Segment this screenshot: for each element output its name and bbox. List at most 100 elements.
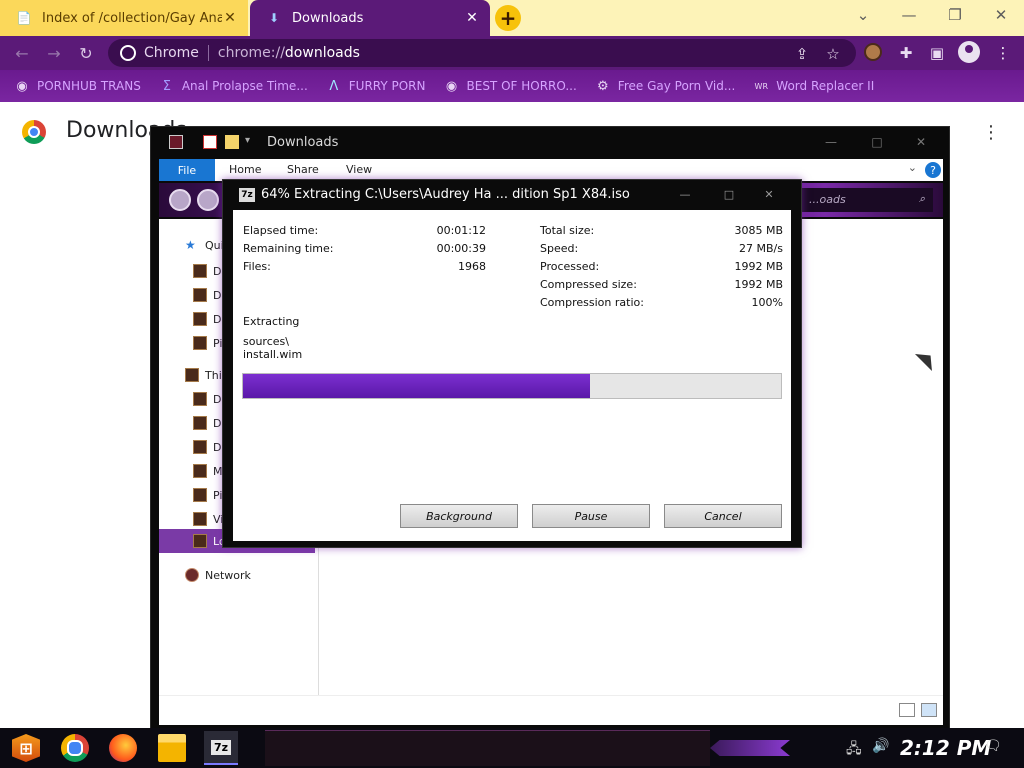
nav-item[interactable]: M	[193, 461, 223, 481]
bookmark-label: PORNHUB TRANS	[37, 79, 141, 93]
file-explorer-icon[interactable]	[158, 734, 186, 762]
nav-item[interactable]: Pi	[193, 333, 222, 353]
url-path: downloads	[284, 45, 360, 61]
current-file: install.wim	[243, 348, 303, 361]
dialog-close-button[interactable]: ✕	[749, 188, 789, 201]
ribbon-tab-home[interactable]: Home	[229, 163, 261, 176]
properties-icon[interactable]	[203, 135, 217, 149]
explorer-title-bar: ▾ Downloads — □ ✕	[151, 127, 949, 157]
globe-icon: ◉	[16, 78, 28, 94]
taskbar-clock[interactable]: 2:12 PM	[900, 736, 991, 760]
minimize-button[interactable]: —	[886, 0, 932, 30]
quick-access-dropdown-icon[interactable]: ▾	[245, 135, 259, 149]
nav-network[interactable]: Network	[185, 565, 251, 585]
bookmark-label: Word Replacer II	[776, 79, 875, 93]
ribbon-tab-view[interactable]: View	[346, 163, 372, 176]
volume-icon[interactable]: 🔊	[872, 738, 889, 754]
globe-icon: ◉	[445, 78, 458, 94]
site-chip: Chrome	[144, 45, 199, 61]
explorer-minimize-button[interactable]: —	[811, 135, 851, 149]
cancel-button[interactable]: Cancel	[664, 504, 782, 528]
bookmark-item[interactable]: Λ FURRY PORN	[326, 78, 425, 94]
large-icons-view-icon[interactable]	[921, 703, 937, 717]
speed-label: Speed:	[540, 242, 579, 255]
nav-quick-access[interactable]: ★ Qui	[185, 235, 224, 255]
folder-icon	[193, 336, 207, 350]
processed-label: Processed:	[540, 260, 600, 273]
tab-index-collection[interactable]: 📄 Index of /collection/Gay Anal R ✕	[0, 0, 248, 36]
new-tab-button[interactable]: +	[495, 5, 521, 31]
ribbon-tab-share[interactable]: Share	[287, 163, 319, 176]
tab-downloads[interactable]: ⬇ Downloads ✕	[250, 0, 490, 36]
7zip-icon[interactable]: 7z	[204, 731, 238, 765]
bookmark-item[interactable]: ◉ BEST OF HORRO...	[444, 78, 577, 94]
progress-fill	[243, 374, 590, 398]
back-arrow-icon[interactable]: ←	[10, 41, 34, 65]
bookmark-star-icon[interactable]: ☆	[823, 44, 843, 64]
taskbar-arrow-decoration	[710, 740, 790, 756]
network-icon	[185, 568, 199, 582]
ribbon-expand-icon[interactable]: ⌄	[908, 161, 917, 174]
forward-arrow-icon[interactable]: →	[42, 41, 66, 65]
tab-search-icon[interactable]: ⌄	[840, 0, 886, 30]
pause-button[interactable]: Pause	[532, 504, 650, 528]
star-icon: ★	[185, 238, 196, 252]
side-panel-icon[interactable]: ▣	[926, 42, 948, 64]
new-folder-icon[interactable]	[225, 135, 239, 149]
network-icon[interactable]: 🖧	[846, 738, 862, 762]
tab-title: Downloads	[292, 10, 364, 26]
chrome-icon[interactable]	[61, 734, 89, 762]
videos-folder-icon	[193, 512, 207, 526]
restore-button[interactable]: ❐	[932, 0, 978, 30]
chrome-menu-icon[interactable]: ⋮	[992, 42, 1014, 64]
dialog-body: Elapsed time: 00:01:12 Remaining time: 0…	[233, 210, 791, 541]
music-folder-icon	[193, 464, 207, 478]
dialog-maximize-button[interactable]: □	[709, 188, 749, 201]
share-icon[interactable]: ⇪	[792, 44, 812, 64]
bookmark-item[interactable]: ◉ PORNHUB TRANS	[14, 78, 141, 94]
nav-this-pc[interactable]: Thi	[185, 365, 222, 385]
explorer-maximize-button[interactable]: □	[857, 135, 897, 149]
extension-avatar-icon[interactable]	[864, 43, 882, 61]
wr-icon: WR	[754, 81, 769, 91]
bookmark-item[interactable]: ⚙ Free Gay Porn Vid...	[595, 78, 735, 94]
address-bar[interactable]: Chrome chrome://downloads	[108, 39, 856, 67]
more-actions-icon[interactable]: ⋮	[982, 122, 1000, 143]
sigma-icon: Σ	[162, 78, 171, 94]
remaining-time-label: Remaining time:	[243, 242, 334, 255]
compressed-size-label: Compressed size:	[540, 278, 637, 291]
dialog-title-bar: 7z 64% Extracting C:\Users\Audrey Ha ...…	[223, 180, 801, 210]
close-tab-icon[interactable]: ✕	[222, 10, 238, 26]
explorer-close-button[interactable]: ✕	[901, 135, 941, 149]
close-window-button[interactable]: ✕	[978, 0, 1024, 30]
start-icon[interactable]: ⊞	[12, 734, 40, 762]
back-button[interactable]	[169, 189, 191, 211]
bookmark-item[interactable]: Σ Anal Prolapse Time...	[159, 78, 308, 94]
firefox-icon[interactable]	[109, 734, 137, 762]
explorer-search-box[interactable]: ...oads ⌕	[799, 188, 933, 212]
extensions-puzzle-icon[interactable]: ✚	[895, 42, 917, 64]
compressed-size-value: 1992 MB	[734, 278, 783, 291]
current-path: sources\	[243, 335, 289, 348]
nav-item[interactable]: Pi	[193, 485, 222, 505]
help-icon[interactable]: ?	[925, 162, 941, 178]
forward-button[interactable]	[197, 189, 219, 211]
extraction-progress-bar	[242, 373, 782, 399]
reload-icon[interactable]: ↻	[74, 41, 98, 65]
dialog-title: 64% Extracting C:\Users\Audrey Ha ... di…	[261, 187, 630, 202]
pictures-folder-icon	[193, 488, 207, 502]
profile-avatar-icon[interactable]	[958, 41, 980, 63]
details-view-icon[interactable]	[899, 703, 915, 717]
background-button[interactable]: Background	[400, 504, 518, 528]
notifications-icon[interactable]: 🗨	[984, 738, 1002, 754]
chrome-logo-icon	[22, 120, 46, 144]
bookmark-item[interactable]: WR Word Replacer II	[753, 78, 875, 94]
tab-title: Index of /collection/Gay Anal R	[42, 10, 222, 26]
compression-ratio-value: 100%	[751, 296, 783, 309]
nav-item-local-disk[interactable]: Lo	[193, 531, 226, 551]
ribbon-tab-file[interactable]: File	[159, 159, 215, 181]
close-tab-icon[interactable]: ✕	[464, 10, 480, 26]
nav-item[interactable]: Vi	[193, 509, 223, 529]
download-icon: ⬇	[268, 11, 280, 25]
dialog-minimize-button[interactable]: —	[665, 188, 705, 201]
